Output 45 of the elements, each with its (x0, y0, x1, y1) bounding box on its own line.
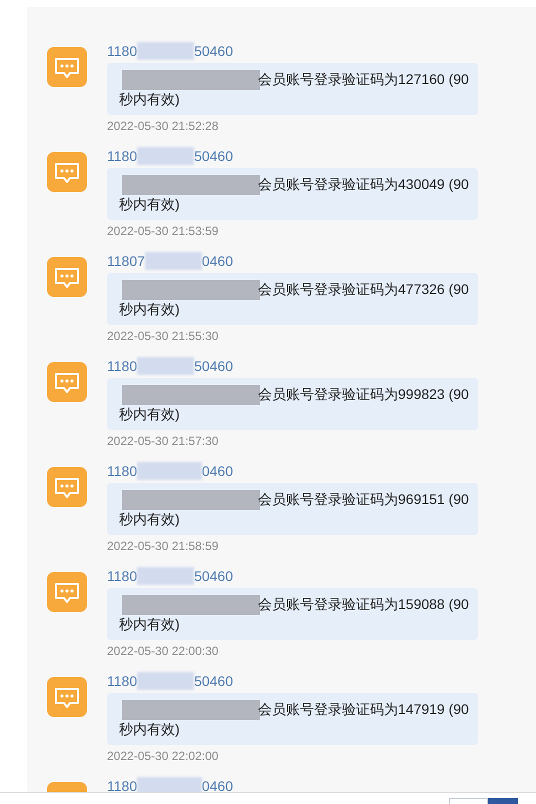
message-icon (47, 257, 87, 297)
message-time: 2022-05-30 21:52:28 (107, 118, 220, 135)
message-text: 会员账号登录验证码为969151 (90秒内有效) (119, 489, 470, 529)
sender-number: 0460 (202, 778, 233, 792)
sender-number: 50460 (194, 673, 233, 689)
message-icon (47, 152, 87, 192)
redaction-block (137, 777, 202, 792)
sender-number: 1180 (107, 673, 138, 689)
sender-number: 1180 (107, 43, 138, 59)
sender-number: 1180 (107, 568, 138, 584)
sender-number: 0460 (202, 463, 233, 479)
redaction-block (144, 252, 202, 270)
redaction-block (137, 357, 194, 375)
redaction-block (137, 147, 194, 165)
message-time: 2022-05-30 21:53:59 (107, 223, 220, 240)
sender-number: 0460 (202, 253, 233, 269)
redaction-block (137, 567, 194, 585)
sender-number: 1180 (107, 778, 138, 792)
redaction-block (137, 42, 194, 60)
message-text: 会员账号登录验证码为159088 (90秒内有效) (119, 594, 470, 634)
message-text: 会员账号登录验证码为430049 (90秒内有效) (119, 174, 470, 214)
message-time: 2022-05-30 21:58:59 (107, 538, 220, 555)
sender-number: 1180 (107, 463, 138, 479)
message-icon (47, 467, 87, 507)
sender-number: 1180 (107, 148, 138, 164)
sender-number: 50460 (194, 148, 233, 164)
redaction-block (137, 672, 194, 690)
message-time: 2022-05-30 21:57:30 (107, 433, 220, 450)
message-time: 2022-05-30 22:00:30 (107, 643, 220, 660)
message-icon (47, 47, 87, 87)
message-icon (47, 362, 87, 402)
sender-number: 50460 (194, 358, 233, 374)
message-icon (47, 572, 87, 612)
message-time: 2022-05-30 22:02:00 (107, 748, 220, 765)
message-icon (47, 677, 87, 717)
sender-number: 50460 (194, 43, 233, 59)
sender-number: 1180 (107, 358, 138, 374)
sender-number: 50460 (194, 568, 233, 584)
sender-number: 11807 (107, 253, 145, 269)
message-time: 2022-05-30 21:55:30 (107, 328, 220, 345)
message-text: 会员账号登录验证码为127160 (90秒内有效) (119, 69, 470, 109)
redaction-block (137, 462, 202, 480)
message-text: 会员账号登录验证码为999823 (90秒内有效) (119, 384, 470, 424)
message-text: 会员账号登录验证码为147919 (90秒内有效) (119, 699, 470, 739)
message-text: 会员账号登录验证码为477326 (90秒内有效) (119, 279, 470, 319)
